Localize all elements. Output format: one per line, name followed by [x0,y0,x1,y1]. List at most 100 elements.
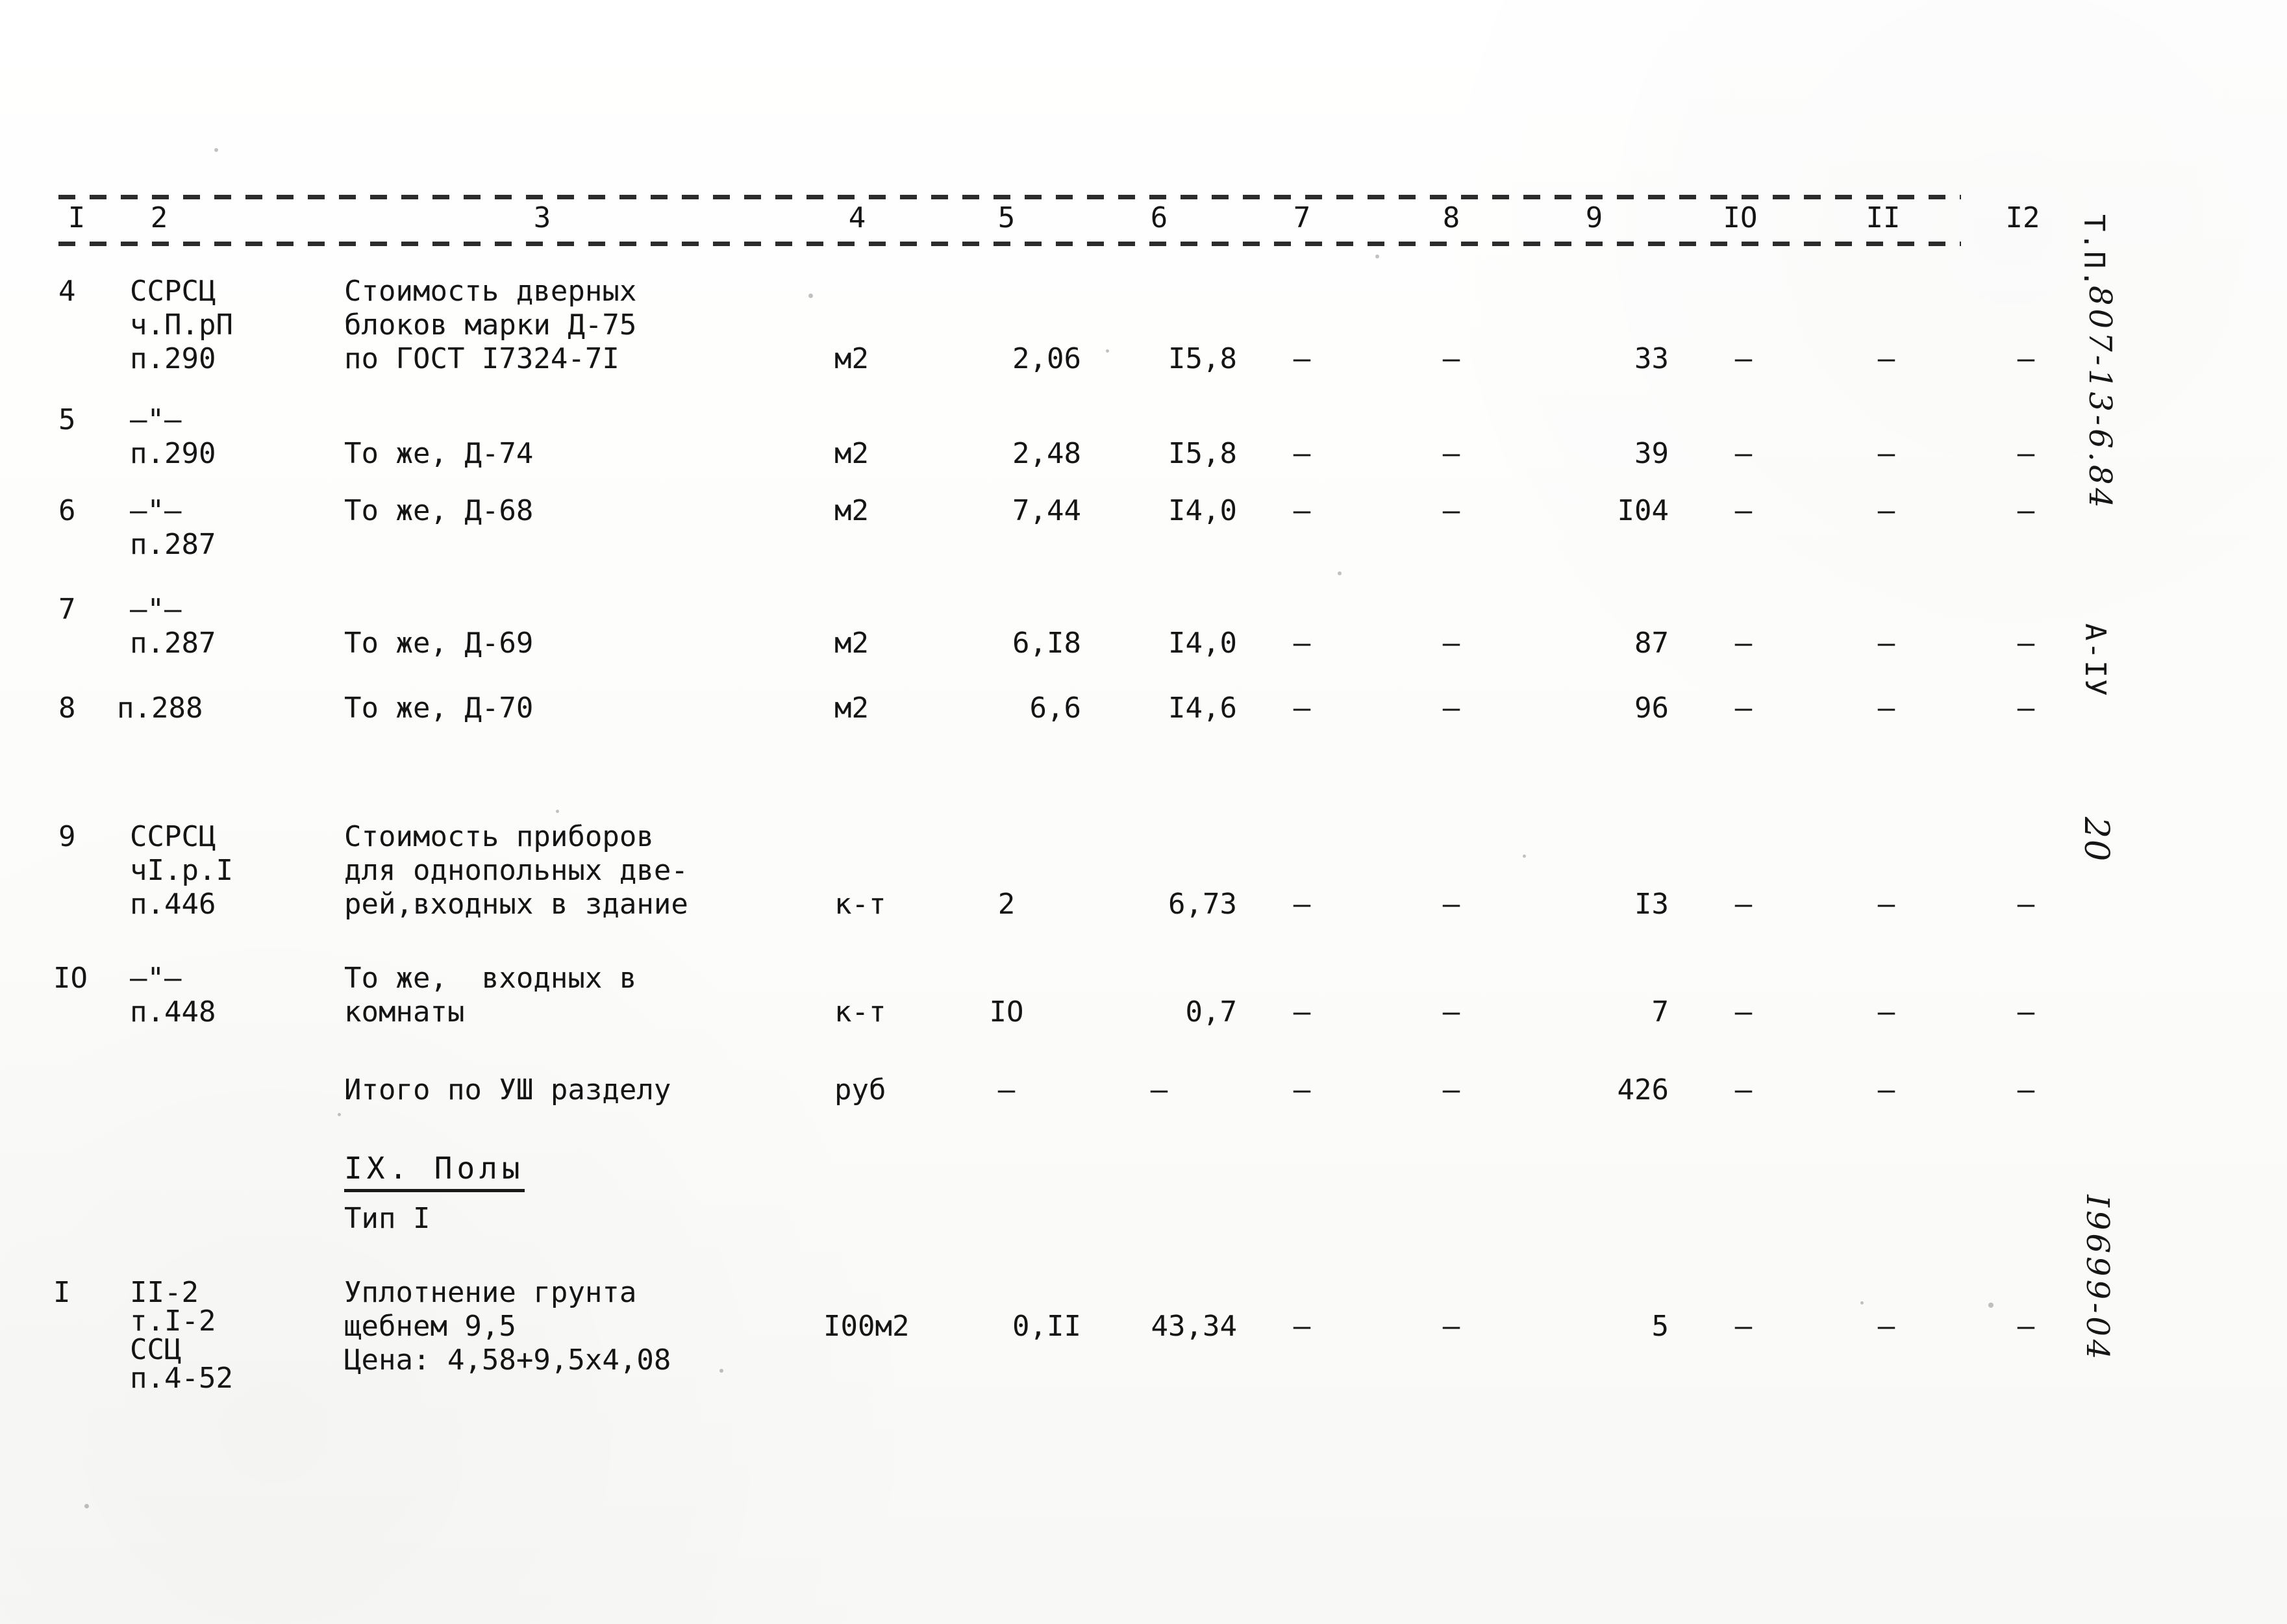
row-unit: м2 [834,342,869,375]
scanned-page: I 2 3 4 5 6 7 8 9 IO II I2 4 ССРСЦ ч.П.р… [0,0,2287,1624]
row-col10: – [1734,627,1753,660]
column-header-4: 4 [848,201,866,234]
row-col12: – [2017,494,2035,527]
row-unit: м2 [834,494,869,527]
row-col11: – [1877,342,1895,375]
row-col12: – [2017,692,2035,725]
row-col7: – [1293,888,1311,921]
scan-speck [1523,855,1526,858]
row-qty: 7,44 [1012,494,1081,527]
row-col8: – [1442,692,1460,725]
section-heading: IX. Полы [344,1149,525,1192]
row-qty: 0,II [1012,1310,1081,1343]
row-description: То же, Д-70 [344,692,534,725]
row-code-line: ССРСЦ [130,275,216,308]
scan-speck [1338,571,1342,575]
row-unit: к-т [834,995,886,1029]
column-header-11: II [1866,201,1901,234]
row-col11: – [1877,437,1895,470]
row-col10: – [1734,1310,1753,1343]
row-number: 5 [58,403,76,436]
row-col12: – [2017,888,2035,921]
column-header-1: I [68,201,86,234]
row-price: I5,8 [1168,342,1237,375]
column-header-7: 7 [1293,201,1311,234]
row-col12: – [2017,437,2035,470]
row-price: 6,73 [1168,888,1237,921]
row-code-line: –"– [130,593,182,626]
row-col11: – [1877,1310,1895,1343]
scan-speck [1860,1301,1864,1305]
row-description: То же, Д-74 [344,437,534,470]
row-col9: 39 [1634,437,1669,470]
row-col12: – [2017,995,2035,1029]
scan-speck [1988,1303,1993,1308]
row-description: по ГОСТ I7324-7I [344,342,619,375]
row-col10: – [1734,692,1753,725]
row-description: Стоимость приборов [344,820,654,853]
row-price: I4,0 [1168,494,1237,527]
row-qty: 2,48 [1012,437,1081,470]
row-code-line: п.448 [130,995,216,1029]
row-number: 7 [58,593,76,626]
table-header-row: I 2 3 4 5 6 7 8 9 IO II I2 [58,199,2040,244]
row-col10: – [1734,342,1753,375]
row-col8: – [1442,494,1460,527]
row-col10: – [1734,995,1753,1029]
row-qty: 6,I8 [1012,627,1081,660]
row-qty: 2,06 [1012,342,1081,375]
scan-speck [556,810,559,813]
row-col12: – [2017,1310,2035,1343]
row-number: I [53,1276,71,1309]
row-col12: – [2017,1073,2035,1106]
row-description: Стоимость дверных [344,275,637,308]
row-col7: – [1293,1310,1311,1343]
row-col8: – [1442,342,1460,375]
row-code-line: п.288 [117,692,203,725]
row-col8: – [1442,888,1460,921]
row-col9: I3 [1634,888,1669,921]
row-qty: – [997,1073,1016,1106]
scan-speck [1375,255,1379,258]
row-description: рей,входных в здание [344,888,688,921]
row-price: – [1150,1073,1168,1106]
row-col11: – [1877,1073,1895,1106]
row-col9: 87 [1634,627,1669,660]
row-col12: – [2017,342,2035,375]
row-code-line: п.287 [130,627,216,660]
row-description: Цена: 4,58+9,5х4,08 [344,1343,671,1377]
subtotal-label: Итого по УШ разделу [344,1073,671,1106]
row-col8: – [1442,627,1460,660]
row-col9: 426 [1617,1073,1669,1106]
column-header-9: 9 [1585,201,1603,234]
row-col7: – [1293,627,1311,660]
row-number: 4 [58,275,76,308]
row-col7: – [1293,995,1311,1029]
scan-speck [338,1113,341,1116]
row-code-line: ч.П.рП [130,308,233,342]
row-description: Уплотнение грунта [344,1276,637,1309]
row-code-line: п.290 [130,342,216,375]
row-price: I4,0 [1168,627,1237,660]
row-col8: – [1442,1073,1460,1106]
row-col9: 5 [1651,1310,1669,1343]
row-unit: м2 [834,692,869,725]
row-price: I4,6 [1168,692,1237,725]
row-col7: – [1293,1073,1311,1106]
row-price: 0,7 [1185,995,1237,1029]
row-qty: 6,6 [1029,692,1081,725]
row-col8: – [1442,995,1460,1029]
row-col11: – [1877,494,1895,527]
row-qty: 2 [997,888,1016,921]
margin-project-code: 807-13-6.84 [2082,286,2118,512]
row-unit: м2 [834,627,869,660]
row-col11: – [1877,692,1895,725]
row-code-line: –"– [130,962,182,995]
row-unit: I00м2 [823,1310,910,1343]
row-code-line: п.290 [130,437,216,470]
row-code-line: –"– [130,494,182,527]
row-col8: – [1442,1310,1460,1343]
section-subheading: Тип I [344,1202,431,1235]
row-col9: 96 [1634,692,1669,725]
row-unit: м2 [834,437,869,470]
